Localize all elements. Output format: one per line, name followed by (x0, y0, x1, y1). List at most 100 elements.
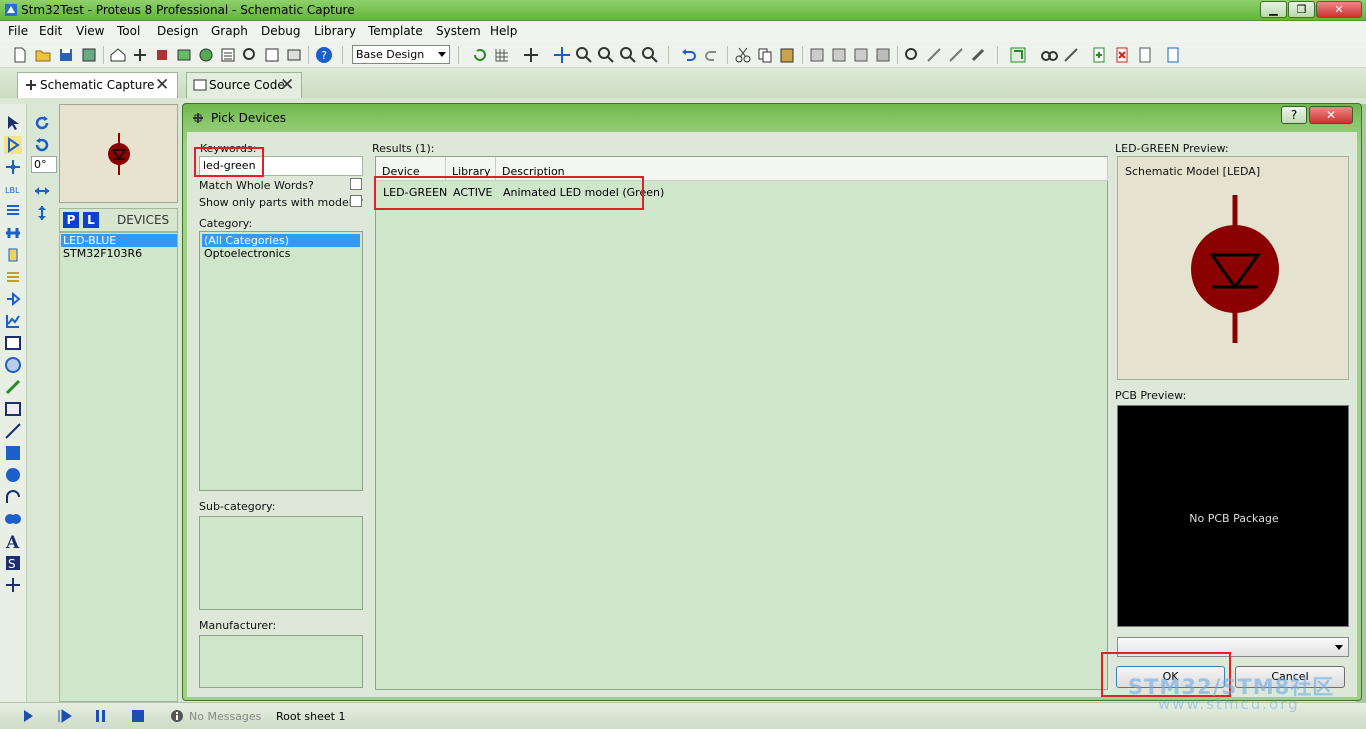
pick-devices-button[interactable]: P (63, 212, 79, 228)
menu-template[interactable]: Template (368, 24, 423, 38)
zoom-area-icon[interactable] (641, 46, 659, 64)
messages-status[interactable]: No Messages (189, 710, 261, 723)
stop-icon[interactable] (131, 709, 145, 723)
menu-library[interactable]: Library (314, 24, 356, 38)
subcircuit-icon[interactable] (4, 246, 22, 264)
library-manager-button[interactable]: L (83, 212, 99, 228)
block-move-icon[interactable] (830, 46, 848, 64)
new-sheet-icon[interactable] (1090, 46, 1108, 64)
decompose-icon[interactable] (969, 46, 987, 64)
pick-parts-icon[interactable] (903, 46, 921, 64)
list-item[interactable]: (All Categories) (202, 234, 360, 247)
symbol-icon[interactable]: S (4, 554, 22, 572)
home-icon[interactable] (109, 46, 127, 64)
text-script-icon[interactable] (4, 202, 22, 220)
path-draw-icon[interactable] (4, 510, 22, 528)
notes-icon[interactable] (285, 46, 303, 64)
menu-tool[interactable]: Tool (117, 24, 140, 38)
pcb-layout-icon[interactable] (153, 46, 171, 64)
recorder-icon[interactable] (4, 334, 22, 352)
minimize-button[interactable]: ▁ (1260, 1, 1287, 18)
dialog-close-button[interactable]: ✕ (1309, 106, 1353, 124)
design-explorer-icon[interactable] (241, 46, 259, 64)
step-icon[interactable] (58, 709, 72, 723)
make-device-icon[interactable] (925, 46, 943, 64)
table-row[interactable]: LED-GREEN ACTIVE Animated LED model (Gre… (376, 181, 1108, 199)
menu-graph[interactable]: Graph (211, 24, 248, 38)
copy-icon[interactable] (756, 46, 774, 64)
list-item[interactable]: LED-BLUE (61, 234, 177, 247)
search-tag-icon[interactable] (1040, 46, 1058, 64)
junction-dot-icon[interactable] (4, 158, 22, 176)
voltage-probe-icon[interactable] (4, 378, 22, 396)
zoom-out-icon[interactable] (597, 46, 615, 64)
close-tab-icon[interactable]: ✕ (280, 75, 294, 95)
zoom-all-icon[interactable] (619, 46, 637, 64)
help-icon[interactable]: ? (315, 46, 333, 64)
list-item[interactable]: Optoelectronics (202, 247, 290, 260)
keywords-input[interactable]: led-green (199, 156, 363, 176)
text-draw-icon[interactable]: A (4, 532, 22, 550)
arc-draw-icon[interactable] (4, 488, 22, 506)
wire-autorouter-icon[interactable] (1009, 46, 1027, 64)
match-whole-words-checkbox[interactable] (350, 178, 362, 190)
redo-icon[interactable] (703, 46, 721, 64)
block-delete-icon[interactable] (874, 46, 892, 64)
cut-icon[interactable] (734, 46, 752, 64)
pan-icon[interactable] (553, 46, 571, 64)
rotation-angle-field[interactable]: 0° (31, 156, 57, 173)
open-folder-icon[interactable] (34, 46, 52, 64)
pause-icon[interactable] (94, 709, 108, 723)
origin-icon[interactable] (522, 46, 540, 64)
component-mode-icon[interactable] (4, 136, 22, 154)
packaging-tool-icon[interactable] (947, 46, 965, 64)
menu-view[interactable]: View (76, 24, 104, 38)
grid-icon[interactable] (493, 46, 511, 64)
close-window-button[interactable]: ✕ (1316, 1, 1362, 18)
block-copy-icon[interactable] (808, 46, 826, 64)
mirror-horizontal-icon[interactable] (33, 182, 51, 200)
3d-view-icon[interactable] (175, 46, 193, 64)
save-icon[interactable] (57, 46, 75, 64)
design-variant-select[interactable]: Base Design (352, 45, 450, 64)
mirror-vertical-icon[interactable] (33, 204, 51, 222)
generator-icon[interactable] (4, 356, 22, 374)
list-item[interactable]: STM32F103R6 (61, 247, 177, 260)
tab-source-code[interactable]: Source Code ✕ (186, 72, 302, 98)
schematic-icon[interactable] (131, 46, 149, 64)
column-header-device[interactable]: Device (376, 157, 446, 181)
selection-mode-icon[interactable] (4, 114, 22, 132)
graph-icon[interactable] (4, 312, 22, 330)
menu-debug[interactable]: Debug (261, 24, 300, 38)
column-header-description[interactable]: Description (496, 157, 1108, 181)
menu-file[interactable]: File (8, 24, 28, 38)
show-only-models-checkbox[interactable] (350, 195, 362, 207)
play-icon[interactable] (21, 709, 35, 723)
line-draw-icon[interactable] (4, 422, 22, 440)
close-tab-icon[interactable]: ✕ (155, 75, 169, 95)
device-pin-icon[interactable] (4, 290, 22, 308)
dialog-help-button[interactable]: ? (1281, 106, 1307, 124)
box-draw-icon[interactable] (4, 444, 22, 462)
maximize-button[interactable]: ❐ (1288, 1, 1315, 18)
category-list[interactable]: (All Categories) Optoelectronics (199, 231, 363, 491)
subcategory-list[interactable] (199, 516, 363, 610)
source-code-icon[interactable] (263, 46, 281, 64)
tab-schematic-capture[interactable]: Schematic Capture ✕ (17, 72, 178, 98)
bom-icon[interactable] (219, 46, 237, 64)
menu-system[interactable]: System (436, 24, 481, 38)
manufacturer-list[interactable] (199, 635, 363, 688)
block-rotate-icon[interactable] (852, 46, 870, 64)
rotate-anticlockwise-icon[interactable] (33, 136, 51, 154)
marker-icon[interactable] (4, 576, 22, 594)
menu-edit[interactable]: Edit (39, 24, 62, 38)
menu-help[interactable]: Help (490, 24, 517, 38)
import-icon[interactable] (80, 46, 98, 64)
undo-icon[interactable] (680, 46, 698, 64)
paste-icon[interactable] (778, 46, 796, 64)
new-file-icon[interactable] (11, 46, 29, 64)
exit-to-parent-icon[interactable] (1136, 46, 1154, 64)
bus-icon[interactable] (4, 224, 22, 242)
terminal-icon[interactable] (4, 268, 22, 286)
menu-design[interactable]: Design (157, 24, 198, 38)
